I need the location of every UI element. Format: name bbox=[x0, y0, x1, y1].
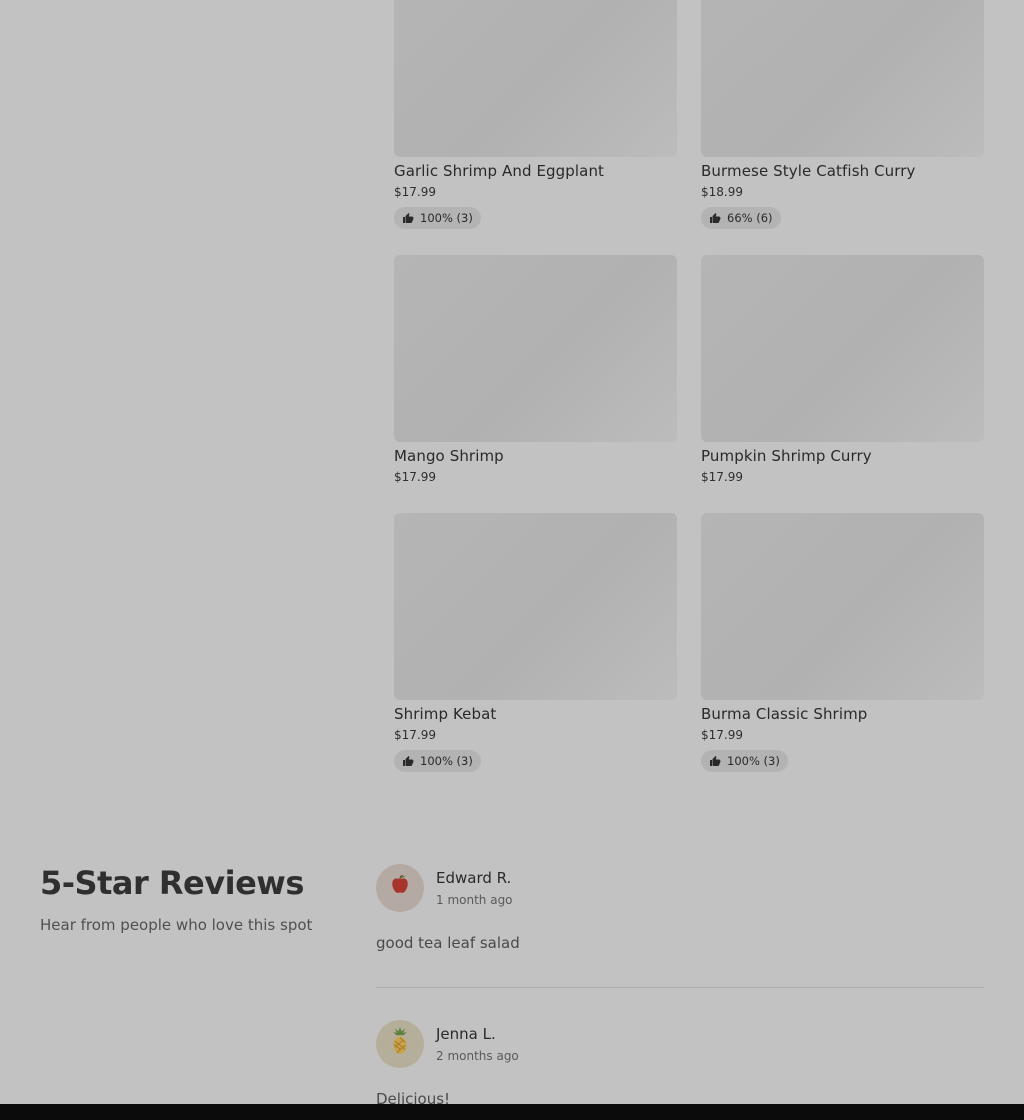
menu-item-card[interactable]: Shrimp Kebat $17.99 100% (3) bbox=[394, 513, 677, 772]
menu-item-price: $17.99 bbox=[701, 470, 743, 484]
thumbs-up-icon bbox=[709, 755, 721, 767]
menu-item-card[interactable]: Burma Classic Shrimp $17.99 100% (3) bbox=[701, 513, 984, 772]
reviews-header: 5-Star Reviews Hear from people who love… bbox=[40, 864, 312, 934]
review-time: 1 month ago bbox=[436, 893, 513, 907]
review-item: Edward R. 1 month ago good tea leaf sala… bbox=[376, 864, 984, 952]
menu-item-price: $18.99 bbox=[701, 185, 743, 199]
thumbs-up-icon bbox=[402, 212, 414, 224]
avatar bbox=[376, 864, 424, 912]
review-author: Jenna L. bbox=[436, 1025, 496, 1043]
rating-text: 100% (3) bbox=[420, 211, 473, 225]
menu-item-price: $17.99 bbox=[394, 728, 436, 742]
review-item: Jenna L. 2 months ago Delicious! bbox=[376, 1020, 984, 1108]
thumbs-up-icon bbox=[709, 212, 721, 224]
rating-badge: 100% (3) bbox=[394, 750, 481, 772]
menu-item-price: $17.99 bbox=[701, 728, 743, 742]
rating-badge: 66% (6) bbox=[701, 207, 781, 229]
apple-icon bbox=[387, 872, 413, 904]
menu-item-name: Mango Shrimp bbox=[394, 447, 504, 465]
rating-text: 100% (3) bbox=[420, 754, 473, 768]
menu-item-image[interactable] bbox=[394, 0, 677, 157]
menu-item-name: Pumpkin Shrimp Curry bbox=[701, 447, 872, 465]
avatar bbox=[376, 1020, 424, 1068]
reviews-subtitle: Hear from people who love this spot bbox=[40, 916, 313, 934]
menu-item-price: $17.99 bbox=[394, 470, 436, 484]
menu-item-image[interactable] bbox=[394, 255, 677, 442]
menu-item-name: Burmese Style Catfish Curry bbox=[701, 162, 916, 180]
menu-item-card[interactable]: Burmese Style Catfish Curry $18.99 66% (… bbox=[701, 0, 984, 229]
menu-item-price: $17.99 bbox=[394, 185, 436, 199]
menu-item-card[interactable]: Garlic Shrimp And Eggplant $17.99 100% (… bbox=[394, 0, 677, 229]
menu-item-card[interactable]: Mango Shrimp $17.99 bbox=[394, 255, 677, 484]
bottom-bar bbox=[0, 1104, 1024, 1120]
menu-item-name: Burma Classic Shrimp bbox=[701, 705, 868, 723]
pineapple-icon bbox=[387, 1026, 413, 1062]
menu-item-image[interactable] bbox=[701, 255, 984, 442]
rating-text: 100% (3) bbox=[727, 754, 780, 768]
menu-item-image[interactable] bbox=[701, 0, 984, 157]
reviews-title: 5-Star Reviews bbox=[40, 864, 304, 902]
rating-text: 66% (6) bbox=[727, 211, 773, 225]
rating-badge: 100% (3) bbox=[394, 207, 481, 229]
menu-item-name: Garlic Shrimp And Eggplant bbox=[394, 162, 605, 180]
menu-item-name: Shrimp Kebat bbox=[394, 705, 497, 723]
thumbs-up-icon bbox=[402, 755, 414, 767]
rating-badge: 100% (3) bbox=[701, 750, 788, 772]
review-time: 2 months ago bbox=[436, 1049, 519, 1063]
review-author: Edward R. bbox=[436, 869, 512, 887]
menu-item-image[interactable] bbox=[701, 513, 984, 700]
menu-item-card[interactable]: Pumpkin Shrimp Curry $17.99 bbox=[701, 255, 984, 484]
divider bbox=[376, 987, 984, 988]
review-text: good tea leaf salad bbox=[376, 934, 520, 952]
menu-item-image[interactable] bbox=[394, 513, 677, 700]
